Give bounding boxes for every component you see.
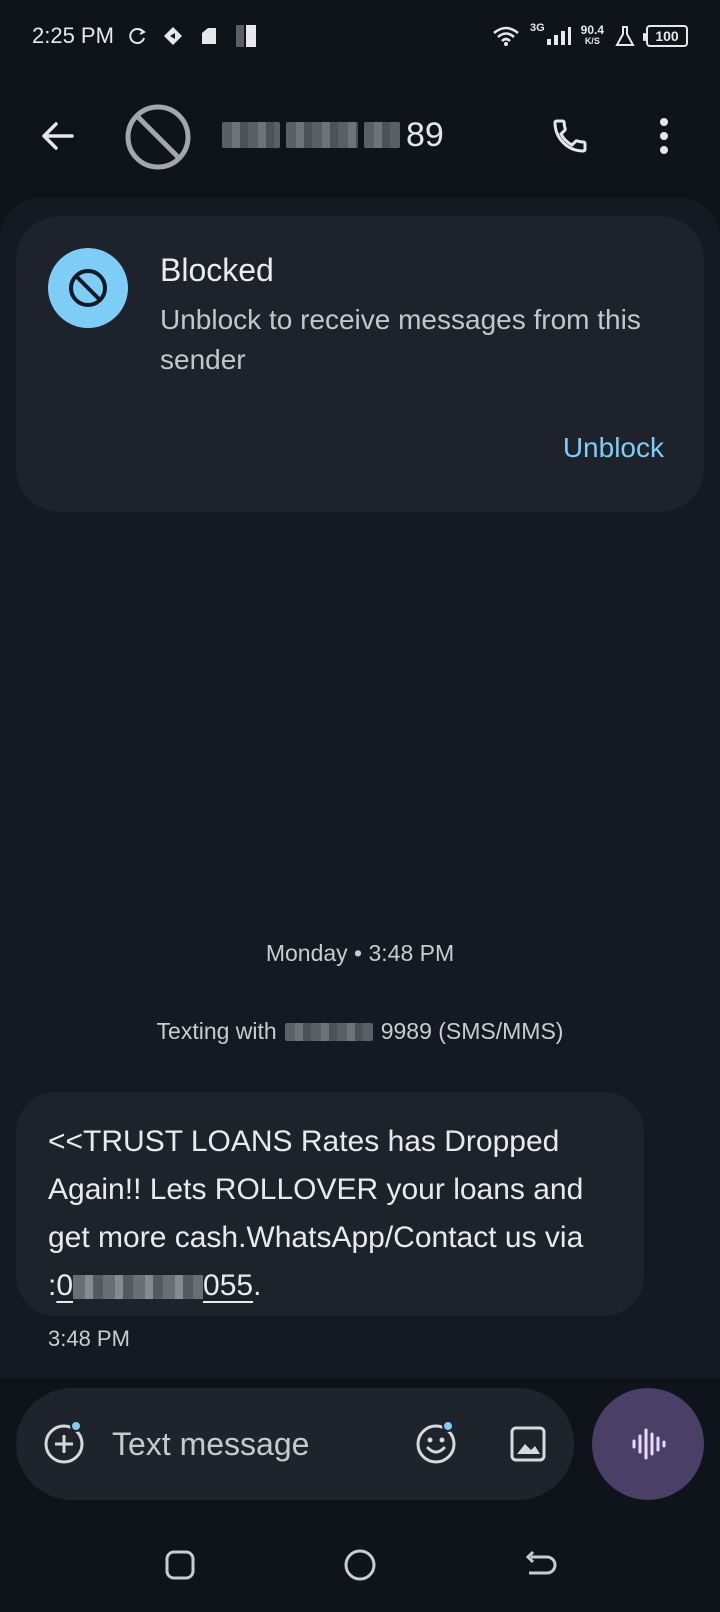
message-time: 3:48 PM	[48, 1326, 130, 1351]
blocked-banner: Blocked Unblock to receive messages from…	[16, 216, 704, 512]
phone-link-suffix: 055	[203, 1269, 254, 1302]
texting-with-suffix: 9989 (SMS/MMS)	[380, 1018, 564, 1044]
back-button[interactable]	[32, 110, 84, 162]
redacted-block	[284, 1022, 373, 1041]
recents-button[interactable]	[155, 1540, 205, 1590]
recents-icon	[165, 1550, 195, 1580]
wifi-icon	[492, 25, 520, 47]
image-icon	[510, 1426, 546, 1462]
phone-number-link[interactable]: 0 055	[56, 1269, 253, 1302]
network-type: 3G	[529, 22, 545, 34]
system-navigation-bar	[0, 1530, 720, 1600]
add-attachment-button[interactable]	[38, 1418, 90, 1470]
sync-icon	[128, 26, 148, 46]
back-arrow-icon	[42, 122, 74, 150]
more-options-button[interactable]	[638, 110, 690, 162]
more-vert-icon	[660, 118, 668, 154]
compose-bar	[16, 1388, 574, 1500]
contact-avatar[interactable]	[124, 103, 192, 171]
blocked-avatar-icon	[125, 104, 191, 170]
battery-indicator: 100	[643, 25, 688, 47]
call-button[interactable]	[544, 110, 596, 162]
blocked-description: Unblock to receive messages from this se…	[160, 304, 641, 375]
location-icon	[162, 25, 184, 47]
conversation-timestamp: Monday • 3:48 PM	[265, 940, 455, 966]
net-speed: 90.4 K/S	[580, 23, 604, 47]
redacted-block	[73, 1275, 204, 1300]
new-indicator-dot	[70, 1420, 82, 1432]
redacted-block	[364, 122, 400, 148]
phone-icon	[553, 119, 587, 153]
home-button[interactable]	[335, 1540, 385, 1590]
gallery-button[interactable]	[502, 1418, 554, 1470]
text-message-input[interactable]	[112, 1418, 392, 1470]
new-indicator-dot	[442, 1420, 454, 1432]
redacted-block	[286, 122, 358, 148]
status-bar: 2:25 PM 3G 90.4 K/S 100	[0, 0, 720, 72]
unblock-button[interactable]: Unblock	[563, 432, 664, 464]
voice-message-button[interactable]	[592, 1388, 704, 1500]
emoji-button[interactable]	[410, 1418, 462, 1470]
blocked-icon-badge	[48, 248, 128, 328]
battery-level: 100	[655, 28, 679, 44]
contact-name[interactable]: 89	[222, 112, 444, 158]
back-nav-button[interactable]	[515, 1540, 565, 1590]
sim-icon	[234, 23, 258, 49]
notification-icon	[198, 25, 220, 47]
cellular-signal-icon: 3G	[529, 22, 571, 47]
voice-waveform-icon	[632, 1428, 666, 1460]
lab-flask-icon	[614, 25, 636, 47]
net-speed-unit: K/S	[584, 36, 600, 46]
blocked-icon	[69, 269, 107, 307]
texting-with-label: Texting with 9989 (SMS/MMS)	[0, 1018, 720, 1045]
phone-link-prefix: 0	[56, 1269, 74, 1302]
messages-screen: 2:25 PM 3G 90.4 K/S 100 89 Blocked Unblo…	[0, 0, 720, 1612]
texting-with-prefix: Texting with	[156, 1018, 277, 1044]
contact-name-suffix: 89	[406, 115, 444, 154]
redacted-block	[222, 122, 280, 148]
net-speed-value: 90.4	[580, 23, 604, 37]
status-time: 2:25 PM	[32, 23, 114, 48]
message-trailing: .	[253, 1269, 262, 1302]
back-nav-icon	[525, 1550, 557, 1575]
blocked-title: Blocked	[160, 252, 274, 288]
home-icon	[344, 1549, 376, 1581]
incoming-message-bubble[interactable]: <<TRUST LOANS Rates has Dropped Again!! …	[16, 1092, 644, 1316]
top-app-bar: 89	[0, 88, 720, 184]
